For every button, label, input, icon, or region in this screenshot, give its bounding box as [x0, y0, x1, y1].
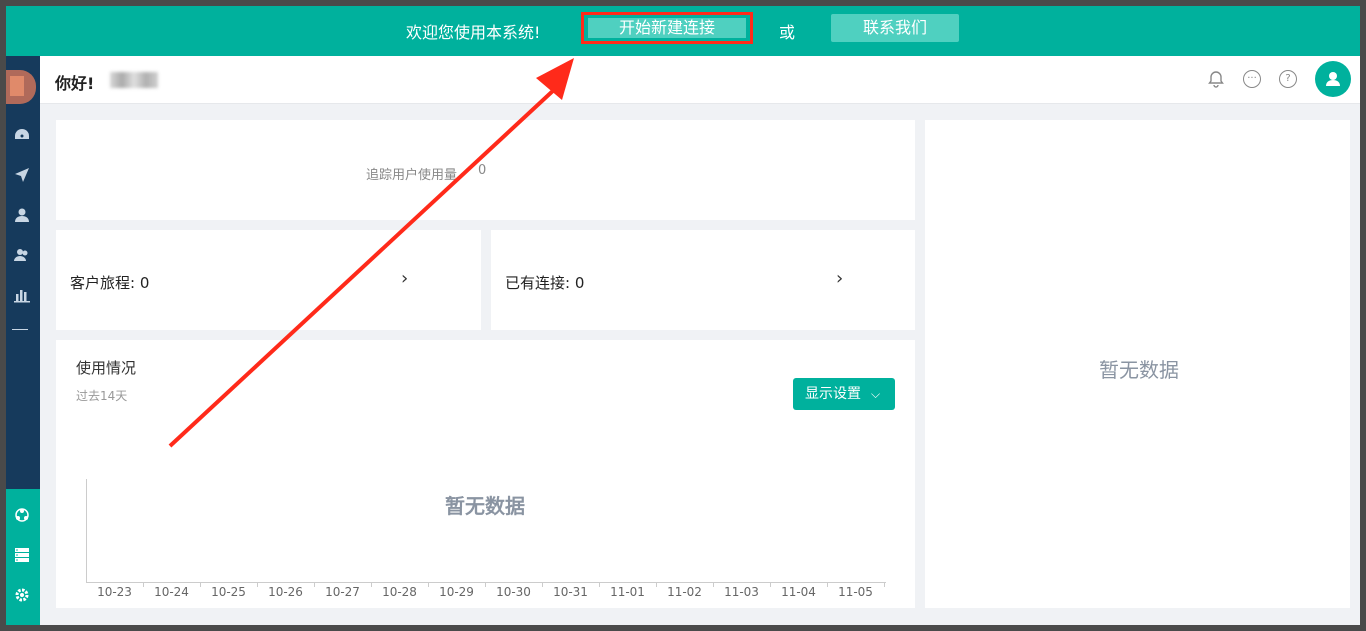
greeting: 你好! — [55, 74, 95, 93]
network-icon[interactable] — [13, 507, 31, 525]
x-tick-label: 10-26 — [268, 585, 303, 599]
app-window: 欢迎您使用本系统! 开始新建连接 或 联系我们 你好! ··· ? 追踪用户使用… — [6, 6, 1360, 625]
contact-us-button[interactable]: 联系我们 — [831, 14, 959, 42]
x-tick-label: 10-29 — [439, 585, 474, 599]
message-icon[interactable]: ··· — [1243, 70, 1261, 88]
x-tick-label: 11-04 — [781, 585, 816, 599]
x-tick-label: 10-30 — [496, 585, 531, 599]
usage-title: 使用情况 — [76, 359, 137, 377]
x-tick-label: 10-27 — [325, 585, 360, 599]
tracking-value: 0 — [478, 163, 487, 178]
dashboard-icon[interactable] — [13, 127, 31, 145]
x-tick-label: 11-02 — [667, 585, 702, 599]
bar-chart-icon[interactable] — [13, 287, 31, 305]
usage-card: 使用情况 过去14天 显示设置 ⌵ 暂无数据 10-23 10-24 10-25 10… — [56, 340, 915, 608]
x-tick-label: 10-28 — [382, 585, 417, 599]
x-tick-label: 10-25 — [211, 585, 246, 599]
usage-subtitle: 过去14天 — [76, 389, 128, 403]
x-tick-label: 10-24 — [154, 585, 189, 599]
x-tick-mark — [884, 582, 885, 587]
chevron-right-icon: › — [401, 268, 409, 289]
existing-connections-card[interactable]: 已有连接: 0 › — [491, 230, 915, 330]
blurred-username — [110, 72, 158, 88]
tracking-label: 追踪用户使用量 — [366, 168, 458, 183]
usage-empty-text: 暂无数据 — [445, 494, 525, 518]
gear-icon[interactable] — [13, 587, 31, 605]
tracking-card: 追踪用户使用量 0 — [56, 120, 915, 220]
x-tick-label: 11-01 — [610, 585, 645, 599]
user-icon[interactable] — [13, 207, 31, 225]
right-panel-empty-text: 暂无数据 — [1099, 358, 1179, 382]
sidebar-avatar[interactable] — [6, 70, 36, 104]
bell-icon[interactable] — [1206, 69, 1226, 89]
highlight-box: 开始新建连接 — [581, 12, 753, 44]
x-tick-label: 10-31 — [553, 585, 588, 599]
page-header: 你好! ··· ? — [40, 56, 1360, 104]
customer-journey-label: 客户旅程: 0 — [70, 274, 150, 292]
y-axis — [86, 479, 87, 583]
customer-journey-card[interactable]: 客户旅程: 0 › — [56, 230, 481, 330]
user-avatar[interactable] — [1315, 61, 1351, 97]
chevron-right-icon: › — [836, 268, 844, 289]
sidebar-divider — [12, 329, 28, 330]
sidebar-bottom — [6, 489, 40, 625]
x-axis — [86, 582, 886, 583]
new-connection-button[interactable]: 开始新建连接 — [588, 18, 746, 38]
right-panel: 暂无数据 — [925, 120, 1350, 608]
existing-connections-label: 已有连接: 0 — [505, 274, 585, 292]
or-text: 或 — [779, 23, 796, 42]
display-settings-label: 显示设置 — [805, 386, 861, 402]
chevron-down-icon: ⌵ — [871, 387, 881, 401]
x-tick-label: 10-23 — [97, 585, 132, 599]
help-icon[interactable]: ? — [1279, 70, 1297, 88]
x-tick-label: 11-05 — [838, 585, 873, 599]
server-icon[interactable] — [13, 547, 31, 565]
announcement-bar: 欢迎您使用本系统! 开始新建连接 或 联系我们 — [6, 6, 1360, 56]
x-tick-label: 11-03 — [724, 585, 759, 599]
send-icon[interactable] — [13, 167, 31, 185]
welcome-text: 欢迎您使用本系统! — [406, 23, 541, 42]
sidebar — [6, 56, 40, 625]
display-settings-button[interactable]: 显示设置 ⌵ — [793, 378, 895, 410]
users-icon[interactable] — [13, 247, 31, 265]
